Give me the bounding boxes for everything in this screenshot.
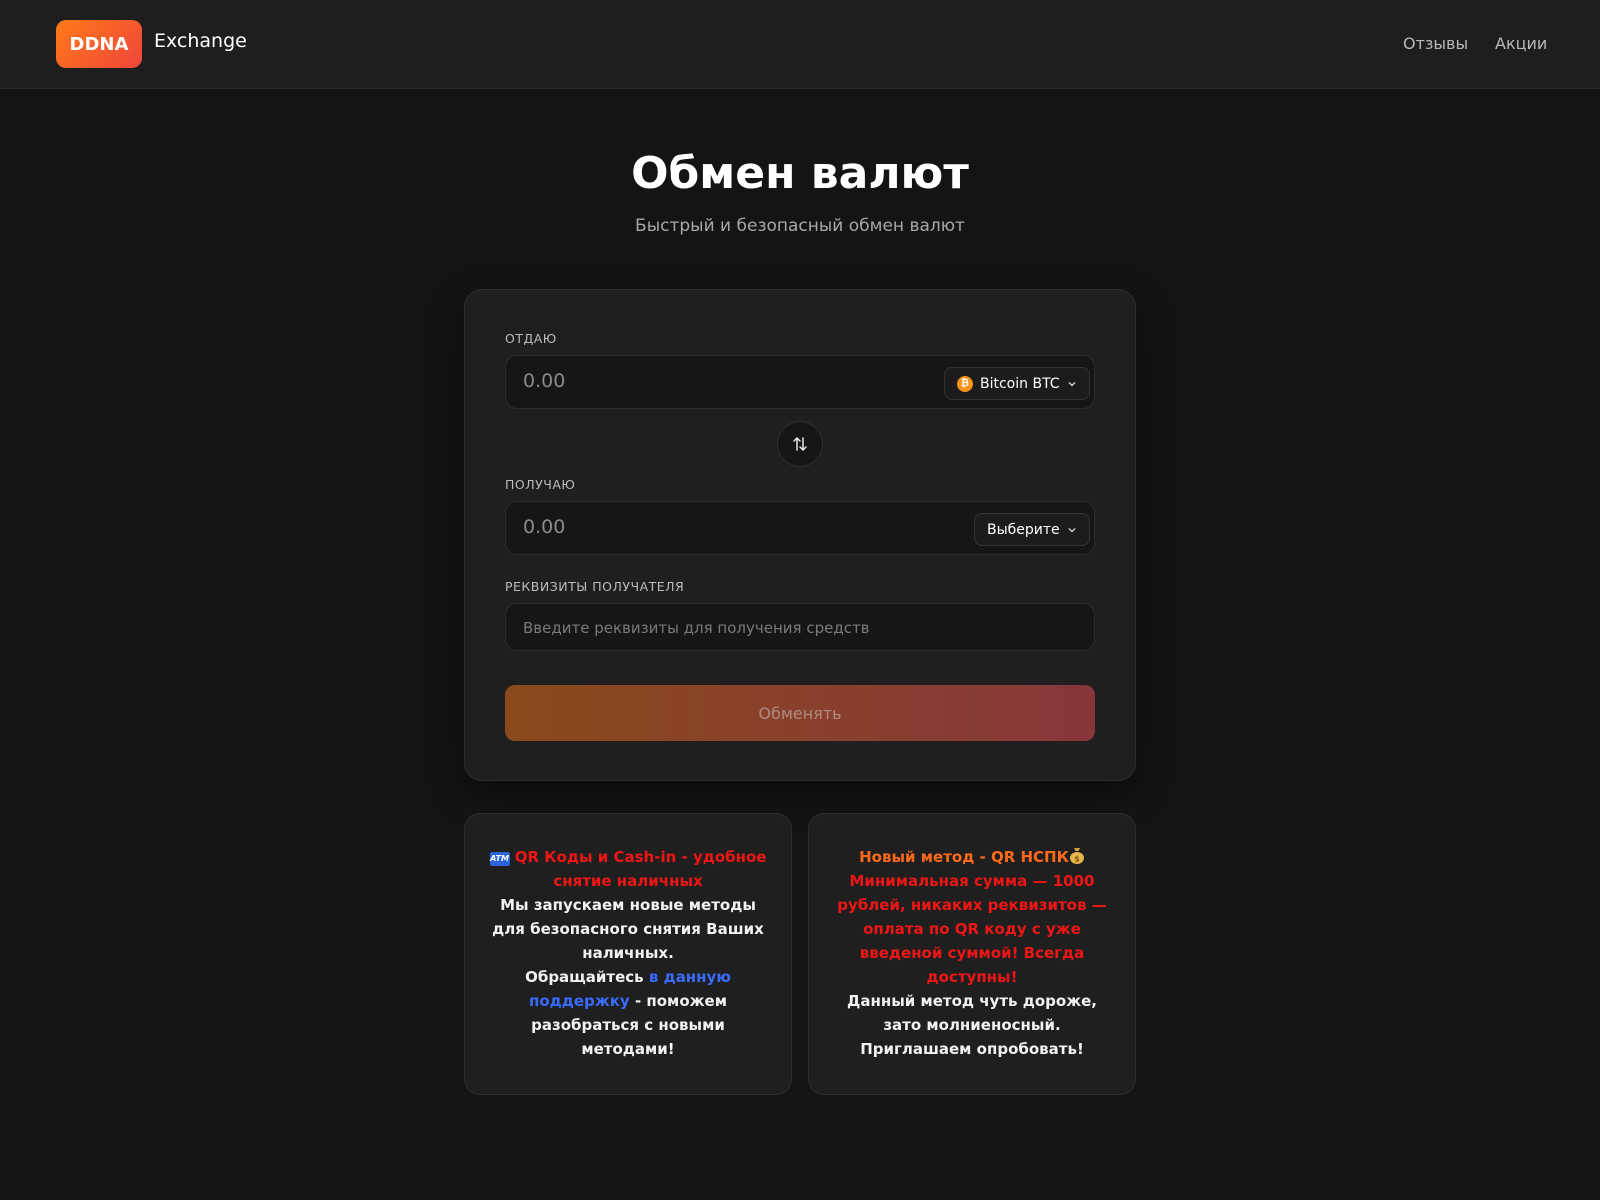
swap-button[interactable]	[777, 421, 823, 467]
logo-badge[interactable]: DDNA	[56, 20, 142, 68]
qr-nspk-highlight: Минимальная сумма — 1000 рублей, никаких…	[837, 872, 1107, 986]
top-header: DDNA Exchange Отзывы Акции	[0, 0, 1600, 89]
bitcoin-icon: ₿	[957, 375, 973, 392]
recipient-details-input[interactable]: Введите реквизиты для получения средств	[505, 603, 1095, 651]
receive-amount-field[interactable]: 0.00 Выберите	[505, 501, 1095, 555]
logo-text[interactable]: Exchange	[154, 30, 247, 52]
page-title: Обмен валют	[631, 148, 969, 199]
cash-in-body: Мы запускаем новые методы для безопасног…	[492, 896, 764, 962]
qr-nspk-body: Данный метод чуть дороже, зато молниенос…	[846, 992, 1097, 1058]
swap-arrows-icon	[793, 437, 807, 451]
cash-in-cta-prefix: Обращайтесь	[525, 968, 649, 986]
give-label: ОТДАЮ	[505, 331, 557, 346]
info-card-cash-in: ATM QR Коды и Cash-in - удобное снятие н…	[464, 813, 792, 1095]
nav-reviews-link[interactable]: Отзывы	[1403, 34, 1468, 53]
exchange-form-card: ОТДАЮ 0.00 ₿ Bitcoin BTC ПОЛУЧАЮ 0.00 Вы…	[464, 289, 1136, 781]
receive-currency-label: Выберите	[987, 521, 1060, 538]
details-placeholder[interactable]: Введите реквизиты для получения средств	[523, 619, 870, 637]
nav-promos-link[interactable]: Акции	[1495, 34, 1547, 53]
give-currency-select[interactable]: ₿ Bitcoin BTC	[944, 367, 1090, 400]
atm-icon: ATM	[489, 852, 510, 866]
chevron-down-icon	[1068, 381, 1076, 386]
chevron-down-icon	[1068, 527, 1076, 532]
receive-amount-value[interactable]: 0.00	[523, 516, 565, 538]
details-label: РЕКВИЗИТЫ ПОЛУЧАТЕЛЯ	[505, 579, 685, 594]
receive-label: ПОЛУЧАЮ	[505, 477, 576, 492]
give-amount-value[interactable]: 0.00	[523, 370, 565, 392]
give-amount-field[interactable]: 0.00 ₿ Bitcoin BTC	[505, 355, 1095, 409]
svg-text:$: $	[1074, 855, 1080, 864]
money-bag-icon: $	[1069, 848, 1084, 864]
exchange-submit-button[interactable]: Обменять	[505, 685, 1095, 741]
give-currency-label: Bitcoin BTC	[980, 375, 1060, 392]
info-card-qr-nspk: Новый метод - QR НСПК $ Минимальная сумм…	[808, 813, 1136, 1095]
qr-nspk-title: Новый метод - QR НСПК	[859, 848, 1069, 866]
page-subtitle: Быстрый и безопасный обмен валют	[635, 216, 965, 236]
receive-currency-select[interactable]: Выберите	[974, 513, 1090, 546]
cash-in-title: QR Коды и Cash-in - удобное снятие налич…	[514, 848, 767, 890]
